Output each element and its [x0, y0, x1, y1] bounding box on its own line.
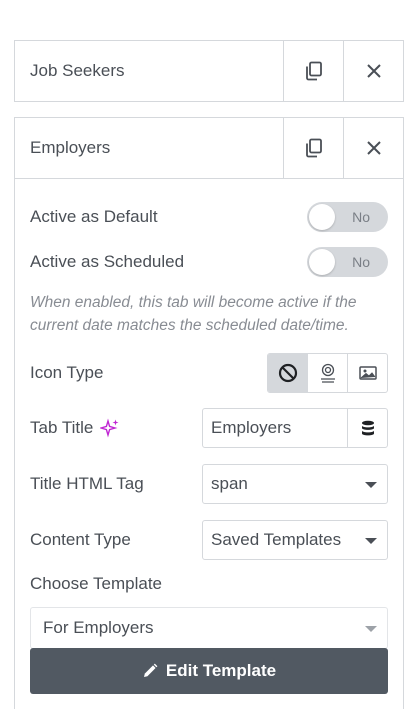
field-content-type: Content Type Saved Templates — [30, 520, 388, 560]
content-type-value: Saved Templates — [211, 530, 342, 549]
content-type-label: Content Type — [30, 530, 131, 549]
chevron-down-icon — [365, 538, 377, 544]
field-active-scheduled: Active as Scheduled No — [30, 247, 388, 277]
remove-button[interactable] — [343, 118, 403, 178]
switch-state: No — [352, 209, 370, 225]
content-type-select[interactable]: Saved Templates — [202, 520, 388, 560]
repeater-row-job-seekers: Job Seekers — [14, 40, 404, 102]
row-header: Job Seekers — [15, 41, 403, 101]
dynamic-tags-button[interactable] — [347, 409, 387, 447]
template-select[interactable]: For Employers — [30, 607, 388, 649]
title-tag-value: span — [211, 474, 248, 493]
scheduled-description: When enabled, this tab will become activ… — [30, 294, 357, 334]
chevron-down-icon — [365, 482, 377, 488]
remove-button[interactable] — [343, 41, 403, 101]
switch-knob — [309, 249, 335, 275]
choose-template-label: Choose Template — [30, 574, 162, 593]
field-tab-title: Tab Title — [30, 408, 388, 448]
switch-knob — [309, 204, 335, 230]
field-active-default: Active as Default No — [30, 202, 388, 232]
close-icon — [366, 141, 381, 155]
switch-state: No — [352, 254, 370, 270]
icon-type-image[interactable] — [347, 354, 387, 392]
template-value: For Employers — [43, 618, 154, 637]
database-icon — [361, 420, 374, 435]
copy-icon — [305, 138, 322, 158]
row-title[interactable]: Employers — [15, 118, 283, 178]
icon-library-icon — [320, 363, 335, 383]
edit-template-label: Edit Template — [165, 661, 277, 680]
pencil-icon — [143, 663, 158, 677]
ai-sparkle-icon[interactable] — [100, 418, 120, 438]
field-icon-type: Icon Type — [30, 353, 388, 393]
field-choose-template: Choose Template — [30, 572, 388, 596]
field-title-tag: Title HTML Tag span — [30, 464, 388, 504]
repeater-row-employers: Employers Active as Default No Active as… — [14, 117, 404, 709]
duplicate-button[interactable] — [283, 118, 343, 178]
active-scheduled-label: Active as Scheduled — [30, 252, 185, 271]
tab-title-input[interactable] — [203, 409, 347, 447]
active-default-switch[interactable]: No — [307, 202, 388, 232]
image-icon — [358, 366, 377, 380]
row-header: Employers — [15, 118, 403, 179]
icon-type-label: Icon Type — [30, 363, 104, 382]
chevron-down-icon — [365, 626, 377, 632]
copy-icon — [305, 61, 322, 81]
active-scheduled-switch[interactable]: No — [307, 247, 388, 277]
close-icon — [366, 64, 381, 78]
title-tag-label: Title HTML Tag — [30, 474, 144, 493]
icon-type-icon[interactable] — [307, 354, 347, 392]
ban-icon — [278, 363, 297, 383]
icon-type-choices — [267, 353, 388, 393]
active-default-label: Active as Default — [30, 207, 158, 226]
tab-title-control — [202, 408, 388, 448]
tab-title-label: Tab Title — [30, 418, 94, 437]
icon-type-none[interactable] — [268, 354, 307, 392]
title-tag-select[interactable]: span — [202, 464, 388, 504]
row-title[interactable]: Job Seekers — [15, 41, 283, 101]
duplicate-button[interactable] — [283, 41, 343, 101]
edit-template-button[interactable]: Edit Template — [30, 648, 388, 694]
